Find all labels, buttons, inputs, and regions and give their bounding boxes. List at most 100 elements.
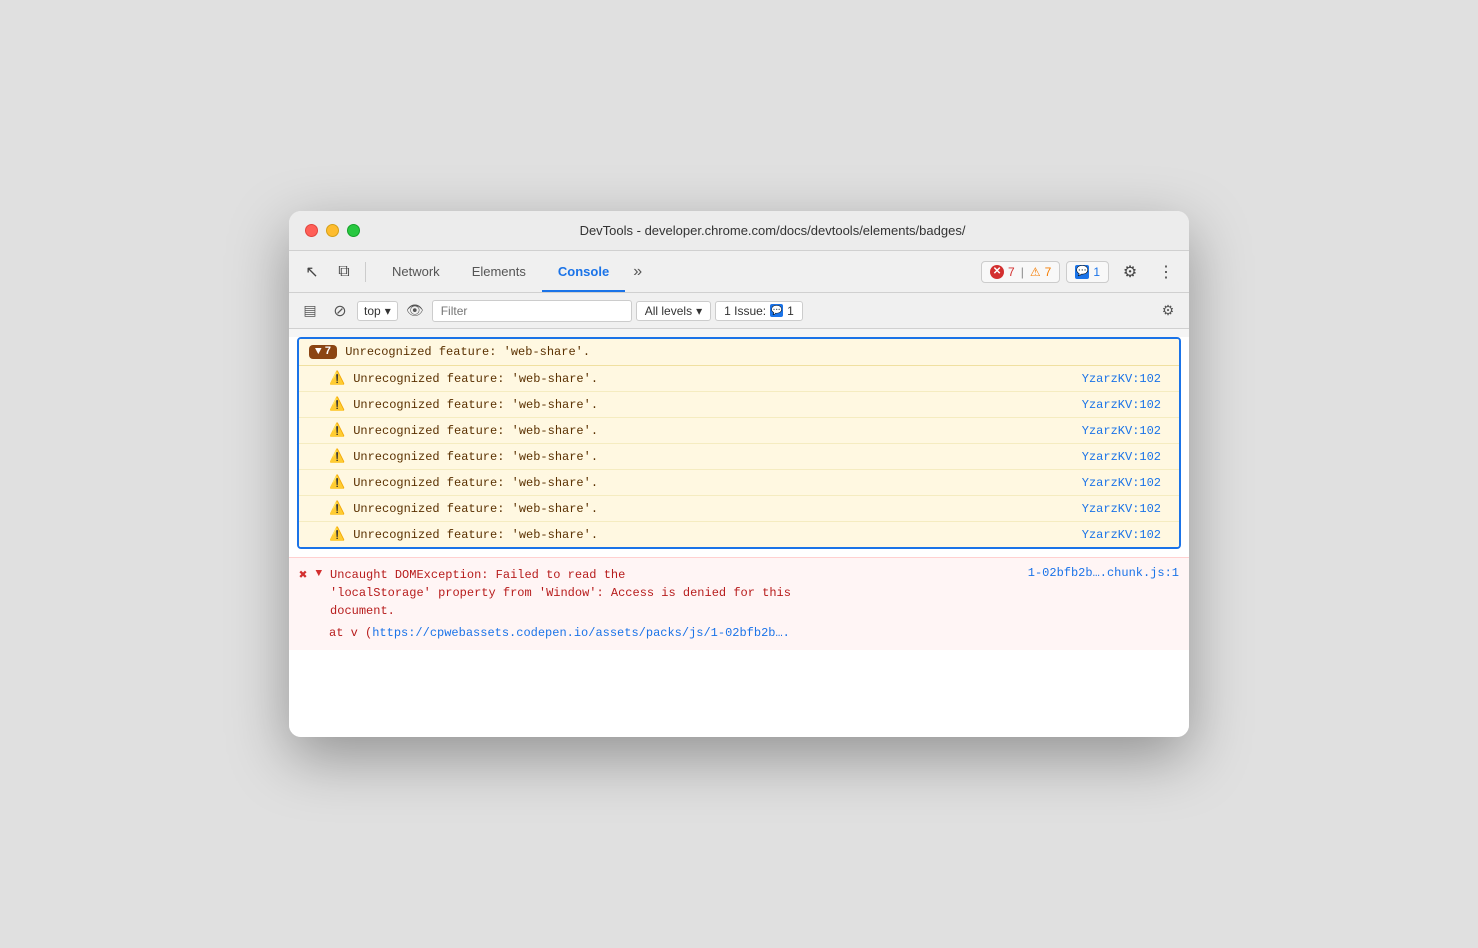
warning-count: 7 [1045,265,1052,279]
more-menu-btn[interactable]: ⋮ [1151,257,1181,287]
warning-row-4: ⚠️ Unrecognized feature: 'web-share'. Yz… [299,444,1179,470]
source-link-2[interactable]: YzarzKV:102 [1082,398,1169,412]
warning-icon-1: ⚠️ [329,371,345,386]
warning-icon-5: ⚠️ [329,475,345,490]
sidebar-icon: ▤ [303,302,316,319]
warning-text-7: Unrecognized feature: 'web-share'. [353,528,1074,542]
filter-input[interactable] [432,300,632,322]
clear-console-btn[interactable]: ⊘ [327,298,353,324]
warning-row-6: ⚠️ Unrecognized feature: 'web-share'. Yz… [299,496,1179,522]
tab-network[interactable]: Network [376,251,456,292]
warning-count-badge: ▼ 7 [309,345,337,359]
levels-chevron-icon: ▾ [696,304,702,318]
error-count: 7 [1008,265,1015,279]
toolbar-divider [365,262,366,282]
console-gear-icon: ⚙ [1162,302,1175,319]
info-icon: 💬 [1075,265,1089,279]
sidebar-toggle-btn[interactable]: ▤ [297,298,323,324]
error-source-link[interactable]: 1-02bfb2b….chunk.js:1 [1028,566,1179,584]
warning-icon-6: ⚠️ [329,501,345,516]
error-icon: ✖ [299,567,307,584]
settings-icon-btn[interactable]: ⚙ [1115,257,1145,287]
warning-row-5: ⚠️ Unrecognized feature: 'web-share'. Yz… [299,470,1179,496]
tab-elements[interactable]: Elements [456,251,542,292]
top-label: top [364,304,381,318]
error-circle-icon: ✕ [990,265,1004,279]
titlebar-title: DevTools - developer.chrome.com/docs/dev… [372,223,1173,238]
devtools-tabs: Network Elements Console » [376,251,650,292]
layers-icon-btn[interactable]: ⧉ [329,257,359,287]
chevron-down-icon: ▾ [385,304,391,318]
close-button[interactable] [305,224,318,237]
error-line2: 'localStorage' property from 'Window': A… [330,586,791,600]
warn-triangle-icon: ⚠ [1030,265,1041,279]
cursor-icon-btn[interactable]: ↖ [297,257,327,287]
issues-count: 1 [787,304,794,318]
warning-text-1: Unrecognized feature: 'web-share'. [353,372,1074,386]
layers-icon: ⧉ [338,263,349,281]
warning-group-count: 7 [325,346,332,358]
more-tabs-btn[interactable]: » [625,251,650,292]
devtools-toolbar: ↖ ⧉ Network Elements Console » ✕ 7 | [289,251,1189,293]
console-settings-btn[interactable]: ⚙ [1155,298,1181,324]
console-toolbar-right: ⚙ [1155,298,1181,324]
warning-icon-3: ⚠️ [329,423,345,438]
console-content: ▼ 7 Unrecognized feature: 'web-share'. ⚠… [289,337,1189,737]
more-vert-icon: ⋮ [1158,262,1174,282]
gear-icon: ⚙ [1123,262,1137,282]
context-selector[interactable]: top ▾ [357,301,398,321]
warning-text-3: Unrecognized feature: 'web-share'. [353,424,1074,438]
error-body: Uncaught DOMException: Failed to read th… [330,566,1179,620]
error-line1: Uncaught DOMException: Failed to read th… [330,566,625,584]
warning-row-2: ⚠️ Unrecognized feature: 'web-share'. Yz… [299,392,1179,418]
eye-icon: 👁 [406,302,424,319]
error-line2-row: 'localStorage' property from 'Window': A… [330,584,1179,602]
toolbar-right: ✕ 7 | ⚠ 7 💬 1 ⚙ ⋮ [981,257,1181,287]
console-toolbar: ▤ ⊘ top ▾ 👁 All levels ▾ 1 Issue: 💬 1 ⚙ [289,293,1189,329]
error-stack-link[interactable]: https://cpwebassets.codepen.io/assets/pa… [372,626,790,640]
log-levels-btn[interactable]: All levels ▾ [636,301,711,321]
error-line3-row: document. [330,602,1179,620]
clear-icon: ⊘ [333,301,346,321]
source-link-6[interactable]: YzarzKV:102 [1082,502,1169,516]
error-stack: at v (https://cpwebassets.codepen.io/ass… [299,624,1179,642]
traffic-lights [305,224,360,237]
warning-text-2: Unrecognized feature: 'web-share'. [353,398,1074,412]
error-line1-row: Uncaught DOMException: Failed to read th… [330,566,1179,584]
source-link-1[interactable]: YzarzKV:102 [1082,372,1169,386]
collapse-icon: ▼ [315,346,322,358]
tab-console[interactable]: Console [542,251,625,292]
warning-icon-4: ⚠️ [329,449,345,464]
error-stack-prefix: at v ( [329,626,372,640]
source-link-5[interactable]: YzarzKV:102 [1082,476,1169,490]
issues-label: 1 Issue: [724,304,766,318]
devtools-window: DevTools - developer.chrome.com/docs/dev… [289,211,1189,737]
eye-btn[interactable]: 👁 [402,298,428,324]
warning-group: ▼ 7 Unrecognized feature: 'web-share'. ⚠… [297,337,1181,549]
titlebar: DevTools - developer.chrome.com/docs/dev… [289,211,1189,251]
info-count: 1 [1093,265,1100,279]
error-section: ✖ ▼ Uncaught DOMException: Failed to rea… [289,557,1189,650]
expand-icon[interactable]: ▼ [315,568,322,580]
warning-text-5: Unrecognized feature: 'web-share'. [353,476,1074,490]
maximize-button[interactable] [347,224,360,237]
warning-row-7: ⚠️ Unrecognized feature: 'web-share'. Yz… [299,522,1179,547]
warning-icon-2: ⚠️ [329,397,345,412]
issues-info-icon: 💬 [770,304,783,317]
warning-row-1: ⚠️ Unrecognized feature: 'web-share'. Yz… [299,366,1179,392]
error-badge-btn[interactable]: ✕ 7 | ⚠ 7 [981,261,1060,283]
warning-text-6: Unrecognized feature: 'web-share'. [353,502,1074,516]
issues-btn[interactable]: 1 Issue: 💬 1 [715,301,803,321]
source-link-7[interactable]: YzarzKV:102 [1082,528,1169,542]
warning-group-header[interactable]: ▼ 7 Unrecognized feature: 'web-share'. [299,339,1179,366]
source-link-4[interactable]: YzarzKV:102 [1082,450,1169,464]
all-levels-label: All levels [645,304,692,318]
minimize-button[interactable] [326,224,339,237]
info-badge-btn[interactable]: 💬 1 [1066,261,1109,283]
warning-group-message: Unrecognized feature: 'web-share'. [345,345,590,359]
warning-icon-7: ⚠️ [329,527,345,542]
warning-text-4: Unrecognized feature: 'web-share'. [353,450,1074,464]
error-header-row: ✖ ▼ Uncaught DOMException: Failed to rea… [299,566,1179,620]
source-link-3[interactable]: YzarzKV:102 [1082,424,1169,438]
cursor-icon: ↖ [305,262,318,282]
